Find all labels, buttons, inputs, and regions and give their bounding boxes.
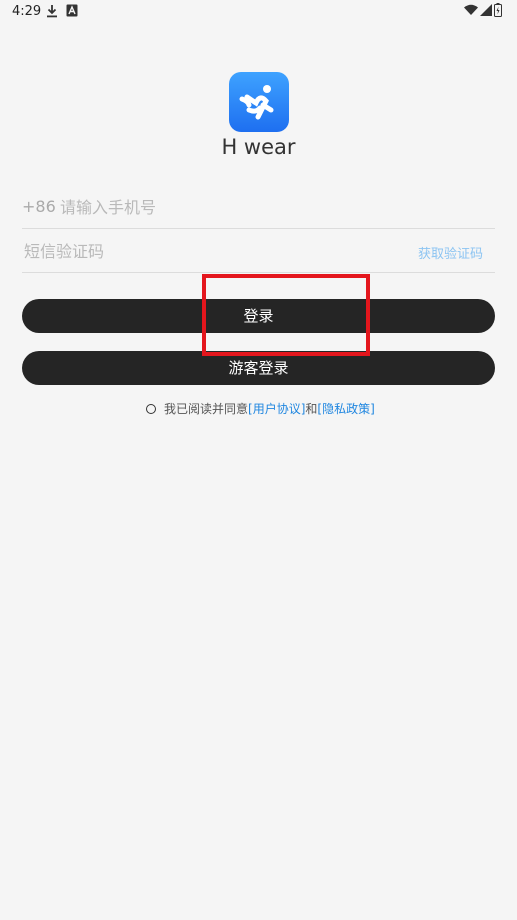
- country-code[interactable]: +86: [22, 197, 56, 216]
- agreement-prefix: 我已阅读并同意: [164, 402, 249, 416]
- wifi-icon: [464, 4, 478, 20]
- login-page: 4:29 H wear +86 请输入手机号 短信验证码 获取验证码 登录 游客…: [0, 0, 517, 920]
- agreement-and: 和: [305, 402, 318, 416]
- app-notification-icon: [66, 4, 78, 21]
- battery-icon: [494, 3, 502, 21]
- status-bar: 4:29: [0, 0, 517, 24]
- get-code-button[interactable]: 获取验证码: [418, 243, 483, 262]
- phone-input[interactable]: [58, 192, 462, 222]
- signal-icon: [480, 4, 492, 20]
- sms-code-field-row: 获取验证码: [22, 232, 495, 273]
- agreement-row: 我已阅读并同意[用户协议]和[隐私政策]: [146, 400, 375, 417]
- app-name: H wear: [221, 135, 296, 159]
- guest-login-button[interactable]: 游客登录: [22, 351, 495, 385]
- download-icon: [46, 4, 58, 22]
- sms-code-input[interactable]: [22, 236, 386, 266]
- app-logo: [229, 72, 289, 132]
- runner-logo-icon: [239, 85, 274, 120]
- phone-field-row: +86: [22, 188, 495, 229]
- privacy-policy-link[interactable]: [隐私政策]: [317, 402, 374, 416]
- status-time: 4:29: [12, 4, 42, 19]
- user-agreement-link[interactable]: [用户协议]: [248, 402, 305, 416]
- agreement-radio[interactable]: [146, 403, 156, 414]
- highlight-box: [202, 274, 370, 356]
